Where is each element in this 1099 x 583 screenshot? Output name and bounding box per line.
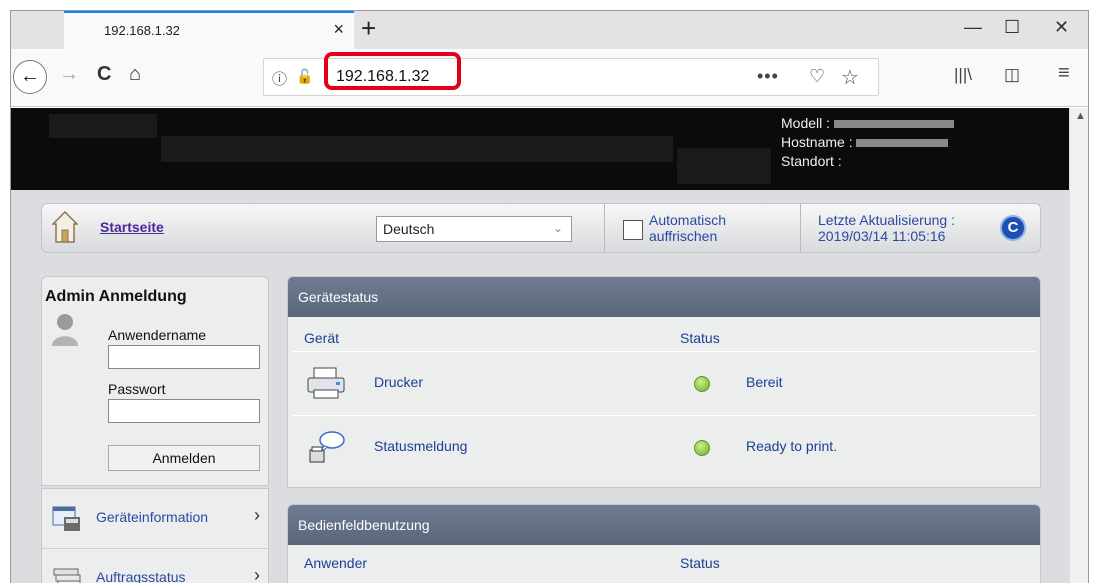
address-bar[interactable]: ⓘ 🔓 192.168.1.32 ••• ♡ ☆ [263,52,879,96]
table-row[interactable]: Statusmeldung Ready to print. [292,415,1036,477]
header-banner [161,136,673,162]
device-status: Ready to print. [746,438,838,454]
device-status: Bereit [746,374,783,390]
header-block [677,148,771,184]
sidebar-item-device-info[interactable]: Geräteinformation › [42,489,270,549]
library-icon[interactable]: |||\ [954,65,972,85]
chevron-right-icon: › [254,505,260,525]
table-row[interactable]: Drucker Bereit [292,351,1036,413]
device-status-panel: Gerätestatus Gerät Status Drucker Bereit [287,276,1041,488]
panel-title: Bedienfeldbenutzung [288,505,1040,545]
insecure-lock-icon: 🔓 [296,68,314,84]
device-meta: Modell : Hostname : Standort : [781,114,954,171]
minimize-button[interactable]: — [964,17,982,38]
device-name[interactable]: Statusmeldung [374,438,467,454]
page-actions-icon[interactable]: ••• [757,66,779,87]
login-button[interactable]: Anmelden [108,445,260,471]
refresh-icon[interactable]: C [1000,215,1026,241]
chevron-down-icon: ⌄ [552,221,563,235]
home-link[interactable]: Startseite [100,219,164,235]
hostname-value-redacted [856,139,949,148]
sidebar-item-label: Geräteinformation [96,509,209,525]
navigation-bar: ← → C ⌂ ⓘ 🔓 192.168.1.32 ••• ♡ ☆ |||\ ◫ … [11,49,1088,107]
auto-refresh-line1: Automatisch [649,212,727,228]
new-tab-button[interactable]: + [361,13,376,44]
job-status-icon [53,568,81,583]
last-update-label: Letzte Aktualisierung : [818,212,955,228]
auto-refresh-checkbox[interactable] [623,220,643,240]
home-icon[interactable]: ⌂ [129,63,141,86]
last-update-value: 2019/03/14 11:05:16 [818,228,946,244]
url-highlight-box [324,52,461,90]
house-icon[interactable] [52,210,78,244]
side-navigation: Geräteinformation › Auftragsstatus › [41,488,270,583]
column-header-status: Status [680,555,720,571]
auto-refresh-label[interactable]: Automatisch auffrischen [649,212,726,244]
browser-tab[interactable]: 192.168.1.32 × [64,11,354,49]
username-input[interactable] [108,345,260,369]
maximize-button[interactable]: ☐ [1004,17,1020,38]
tab-close-icon[interactable]: × [333,19,344,40]
language-select[interactable]: Deutsch ⌄ [376,216,572,242]
forward-arrow-icon[interactable]: → [59,63,79,86]
column-header-device: Gerät [304,330,340,346]
tab-strip: 192.168.1.32 × + — ☐ ✕ [11,11,1088,49]
hostname-label: Hostname : [781,134,853,150]
page-viewport: Modell : Hostname : Standort : Startseit… [11,108,1069,583]
chevron-right-icon: › [254,565,260,583]
language-value: Deutsch [383,221,435,237]
printer-icon [307,367,345,399]
top-menu-bar: Startseite Deutsch ⌄ Automatisch auffris… [41,203,1041,253]
device-info-icon [52,506,80,531]
header-logo-area [49,114,157,138]
status-indicator-icon [694,440,710,456]
browser-window: 192.168.1.32 × + — ☐ ✕ ← → C ⌂ ⓘ 🔓 192.1… [10,10,1089,583]
close-window-button[interactable]: ✕ [1054,17,1069,38]
tab-title: 192.168.1.32 [104,23,180,38]
username-label: Anwendername [108,327,207,343]
device-name[interactable]: Drucker [374,374,423,390]
status-indicator-icon [694,376,710,392]
model-value-redacted [833,120,954,129]
login-title: Admin Anmeldung [45,288,187,305]
password-input[interactable] [108,399,260,423]
sidebar-icon[interactable]: ◫ [1004,65,1020,85]
page-header: Modell : Hostname : Standort : [11,108,1069,190]
bookmark-star-icon[interactable]: ☆ [841,65,859,90]
column-header-user: Anwender [304,555,368,571]
panel-usage-panel: Bedienfeldbenutzung Anwender Status [287,504,1041,583]
panel-title: Gerätestatus [288,277,1040,317]
location-label: Standort : [781,153,842,169]
admin-login-panel: Admin Anmeldung Anwendername Passwort An… [41,276,269,486]
status-message-icon [309,431,345,463]
sidebar-item-job-status[interactable]: Auftragsstatus › [42,549,270,583]
model-label: Modell : [781,115,831,131]
vertical-scrollbar[interactable]: ▲ [1069,108,1088,583]
column-header-status: Status [680,330,720,346]
pocket-icon[interactable]: ♡ [809,66,825,87]
reload-icon[interactable]: C [97,63,111,86]
scroll-up-icon[interactable]: ▲ [1075,110,1086,122]
auto-refresh-line2: auffrischen [649,228,718,244]
divider [604,204,605,252]
sidebar-item-label: Auftragsstatus [96,569,186,583]
hamburger-menu-icon[interactable]: ≡ [1058,62,1070,85]
user-avatar-icon [52,314,78,346]
site-info-icon[interactable]: ⓘ [272,68,287,89]
last-update: Letzte Aktualisierung : 2019/03/14 11:05… [818,212,955,244]
password-label: Passwort [108,381,166,397]
divider [800,204,801,252]
back-arrow-icon[interactable]: ← [13,60,47,94]
